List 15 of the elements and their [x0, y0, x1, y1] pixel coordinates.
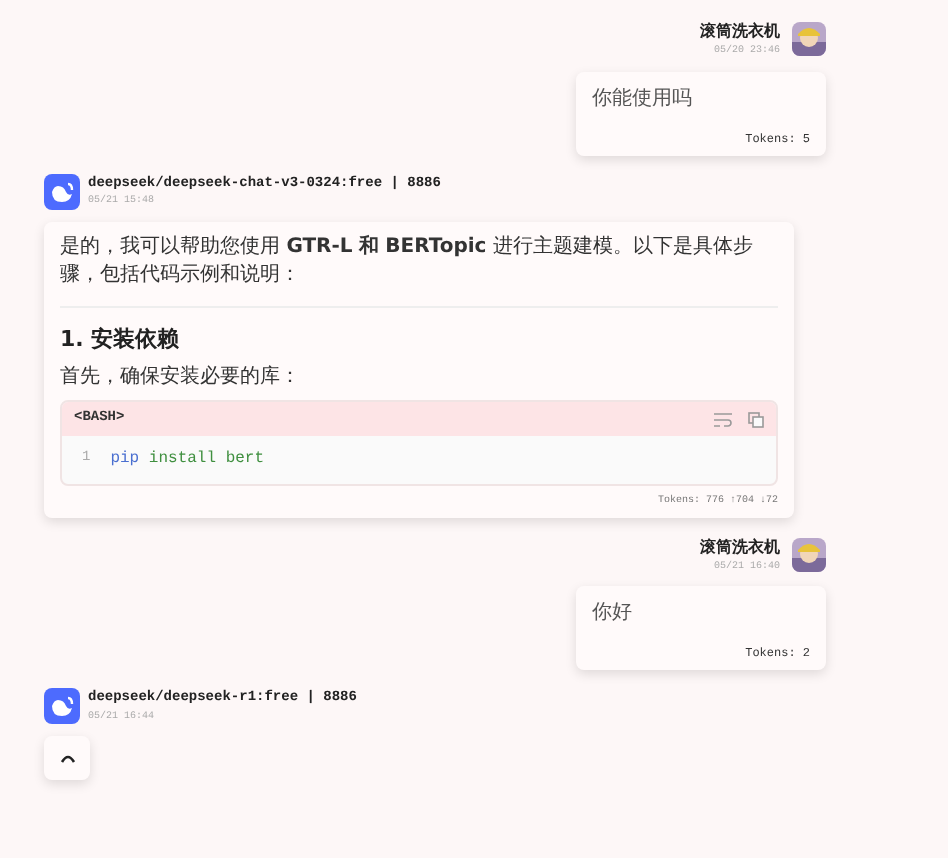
whale-icon — [44, 173, 80, 209]
avatar-icon — [792, 537, 826, 572]
user-name: 滚筒洗衣机 — [700, 535, 780, 559]
user-name: 滚筒洗衣机 — [700, 20, 780, 44]
whale-icon — [44, 688, 80, 724]
avatar-icon — [792, 22, 826, 57]
message-text: 你好 — [592, 600, 634, 628]
message-text: 是的，我可以帮助您使用 GTR-L 和 BERTopic 进行主题建模。以下是具体步骤，包括代码示例和说明： — [60, 233, 755, 289]
wrap-icon[interactable] — [714, 411, 732, 427]
spinner-icon — [59, 753, 75, 763]
message-text: 你能使用吗 — [592, 85, 694, 113]
section-heading: 1. 安装依赖 — [60, 323, 182, 355]
copy-icon[interactable] — [748, 411, 764, 427]
code-line: pip install bert — [110, 448, 265, 472]
message-text: 首先，确保安装必要的库： — [60, 364, 302, 392]
